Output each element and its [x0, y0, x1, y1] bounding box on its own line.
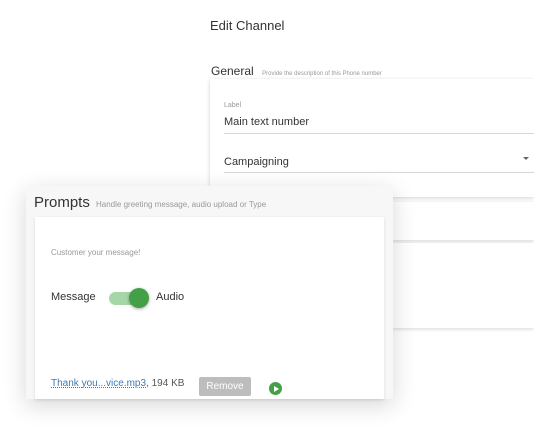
label-field-label: Label: [224, 102, 242, 109]
audio-toggle-label: Audio: [156, 291, 185, 303]
audio-file-link[interactable]: Thank you...vice.mp3: [51, 378, 146, 389]
select-underline: [224, 172, 534, 173]
general-section-header: General Provide the description of this …: [211, 62, 382, 80]
general-title: General: [211, 64, 254, 78]
edit-channel-title: Edit Channel: [210, 18, 285, 33]
customer-message-placeholder[interactable]: Customer your message!: [51, 248, 140, 257]
general-card: Label Main text number Campaigning: [210, 79, 534, 197]
general-description: Provide the description of this Phone nu…: [262, 71, 382, 77]
play-icon[interactable]: [269, 382, 282, 395]
background-card: [392, 243, 534, 328]
prompts-card: Customer your message! Message Audio Tha…: [35, 217, 384, 399]
prompts-panel: Prompts Handle greeting message, audio u…: [26, 186, 393, 399]
label-field-input[interactable]: Main text number: [224, 116, 309, 128]
play-triangle: [274, 385, 279, 392]
toggle-knob[interactable]: [129, 288, 149, 308]
audio-file-row: Thank you...vice.mp3, 194 KB: [51, 378, 184, 389]
remove-button[interactable]: Remove: [199, 377, 251, 396]
caret-down-icon[interactable]: [523, 157, 529, 160]
background-card: [392, 202, 534, 240]
label-field-underline: [224, 133, 534, 134]
prompts-description: Handle greeting message, audio upload or…: [96, 200, 267, 209]
audio-file-size: , 194 KB: [146, 378, 185, 389]
message-toggle-label: Message: [51, 291, 96, 303]
channel-type-select[interactable]: Campaigning: [224, 156, 289, 168]
prompts-title: Prompts: [34, 194, 90, 211]
